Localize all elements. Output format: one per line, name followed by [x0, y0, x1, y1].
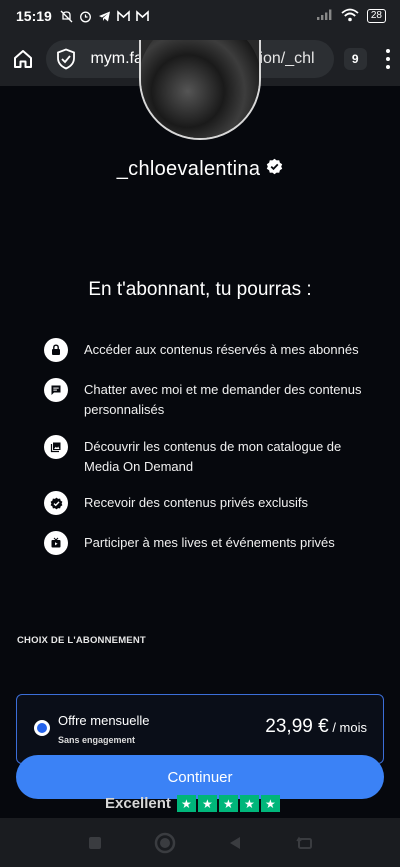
continue-button[interactable]: Continuer	[16, 755, 384, 799]
back-triangle-icon	[230, 836, 240, 849]
recents-button[interactable]	[75, 823, 115, 863]
home-icon	[14, 50, 33, 68]
benefit-item: Découvrir les contenus de mon catalogue …	[44, 435, 374, 477]
gallery-icon	[44, 435, 68, 459]
profile-username-row: _chloevalentina	[0, 158, 400, 181]
lock-icon	[44, 338, 68, 362]
rotate-icon	[296, 836, 312, 849]
star-icon: ★	[218, 795, 238, 812]
benefit-text: Découvrir les contenus de mon catalogue …	[84, 439, 342, 474]
status-bar: 15:19 28	[0, 0, 400, 32]
gmail-icon	[136, 9, 149, 23]
home-nav-button[interactable]	[145, 823, 185, 863]
trustpilot-stars: ★ ★ ★ ★ ★	[176, 795, 280, 812]
telegram-icon	[98, 10, 111, 23]
trustpilot-rating[interactable]: Excellent ★ ★ ★ ★ ★	[105, 795, 280, 812]
star-icon: ★	[239, 795, 259, 812]
benefit-item: Participer à mes lives et événements pri…	[44, 531, 374, 555]
back-button[interactable]	[215, 823, 255, 863]
gmail-icon	[117, 9, 130, 23]
rotate-button[interactable]	[285, 823, 325, 863]
profile-avatar	[139, 40, 261, 140]
benefits-title: En t'abonnant, tu pourras :	[88, 279, 312, 300]
live-icon	[44, 531, 68, 555]
chat-icon	[44, 378, 68, 402]
wifi-icon	[341, 8, 359, 25]
plan-name: Offre mensuelle	[58, 713, 150, 728]
plan-price: 23,99 € / mois	[265, 716, 367, 738]
security-shield-icon[interactable]	[56, 48, 82, 70]
benefit-item: Accéder aux contenus réservés à mes abon…	[44, 338, 374, 362]
plan-subtitle: Sans engagement	[58, 735, 136, 745]
verified-icon	[44, 491, 68, 515]
benefit-text: Chatter avec moi et me demander des cont…	[84, 382, 362, 417]
benefit-item: Recevoir des contenus privés exclusifs	[44, 491, 374, 515]
verified-badge-icon	[266, 158, 283, 181]
subscription-section-label: CHOIX DE L'ABONNEMENT	[17, 635, 146, 646]
benefit-text: Accéder aux contenus réservés à mes abon…	[84, 342, 359, 357]
profile-username: _chloevalentina	[116, 158, 261, 180]
battery-icon: 28	[366, 9, 386, 23]
benefit-text: Participer à mes lives et événements pri…	[84, 535, 335, 550]
plan-price-period: / mois	[328, 720, 367, 735]
trustpilot-label: Excellent	[105, 795, 171, 812]
star-icon: ★	[197, 795, 217, 812]
plan-option-monthly[interactable]: Offre mensuelle Sans engagement 23,99 € …	[16, 694, 384, 764]
tab-switcher-button[interactable]: 9	[343, 48, 367, 70]
system-navigation-bar	[0, 818, 400, 867]
benefit-text: Recevoir des contenus privés exclusifs	[84, 495, 308, 510]
status-time: 15:19	[16, 8, 52, 24]
recents-icon	[89, 836, 101, 849]
benefit-item: Chatter avec moi et me demander des cont…	[44, 378, 374, 420]
star-icon: ★	[176, 795, 196, 812]
home-button[interactable]	[0, 32, 46, 86]
home-circle-icon	[154, 832, 176, 853]
alarm-icon	[79, 10, 92, 23]
plan-price-amount: 23,99 €	[265, 716, 329, 737]
star-icon: ★	[260, 795, 280, 812]
mute-icon	[60, 10, 73, 23]
plan-radio[interactable]	[34, 720, 50, 736]
signal-icon	[316, 8, 333, 24]
overflow-menu-button[interactable]	[377, 43, 400, 75]
